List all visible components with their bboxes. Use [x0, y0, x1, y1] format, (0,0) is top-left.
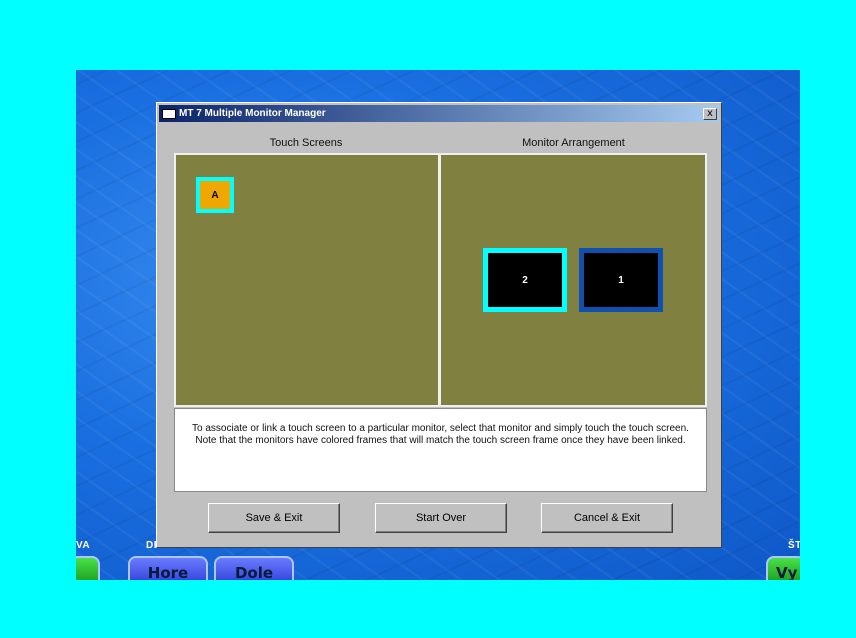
cancel-exit-button[interactable]: Cancel & Exit — [541, 503, 673, 533]
close-button[interactable]: x — [703, 107, 717, 120]
instruction-line-1: To associate or link a touch screen to a… — [192, 423, 689, 434]
instruction-line-2: Note that the monitors have colored fram… — [195, 435, 686, 446]
touch-screen-a[interactable]: A — [196, 177, 234, 213]
monitor-2[interactable]: 2 — [483, 248, 567, 312]
monitor-arrangement-header: Monitor Arrangement — [522, 137, 625, 149]
touch-screens-header: Touch Screens — [269, 137, 343, 149]
taskbar-button-left[interactable] — [76, 556, 100, 580]
start-over-button[interactable]: Start Over — [375, 503, 507, 533]
dialog-title: MT 7 Multiple Monitor Manager — [179, 108, 326, 119]
monitor-arrangement-panel: 2 1 — [439, 153, 707, 407]
monitor-1[interactable]: 1 — [579, 248, 663, 312]
taskbar-label-va: VA — [76, 540, 91, 551]
window-icon — [162, 108, 176, 119]
instructions-box: To associate or link a touch screen to a… — [174, 408, 707, 492]
dialog-titlebar[interactable]: MT 7 Multiple Monitor Manager x — [159, 105, 719, 122]
taskbar-button-vy[interactable]: Vy — [766, 556, 800, 580]
taskbar-label-st: ŠT — [788, 540, 800, 551]
taskbar-button-hore[interactable]: Hore — [128, 556, 208, 580]
monitor-manager-dialog: MT 7 Multiple Monitor Manager x Touch Sc… — [156, 102, 722, 548]
save-exit-button[interactable]: Save & Exit — [208, 503, 340, 533]
taskbar-button-dole[interactable]: Dole — [214, 556, 294, 580]
touch-screens-panel: A — [174, 153, 440, 407]
